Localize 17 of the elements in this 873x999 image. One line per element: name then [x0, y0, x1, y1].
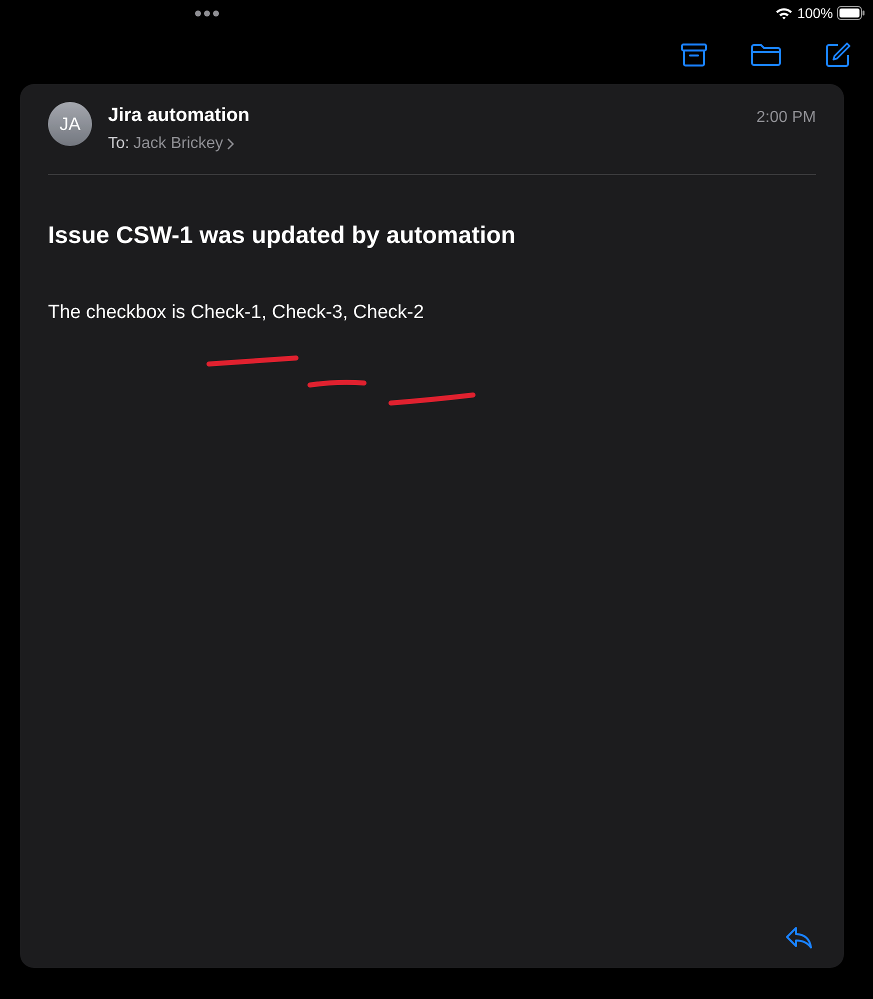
sender-name: Jira automation [108, 104, 250, 128]
folder-button[interactable] [751, 43, 781, 67]
to-label: To: [108, 134, 130, 154]
battery-percentage: 100% [797, 4, 833, 22]
compose-button[interactable] [825, 42, 851, 68]
avatar: JA [48, 102, 92, 146]
message-time: 2:00 PM [756, 108, 816, 128]
recipient-link[interactable]: Jack Brickey [133, 132, 224, 156]
underline-mark [308, 380, 366, 388]
wifi-icon [775, 6, 794, 20]
chevron-right-icon [227, 138, 234, 150]
battery-icon [837, 6, 865, 20]
multitask-icon[interactable] [194, 10, 220, 17]
message-body: The checkbox is Check-1, Check-3, Check-2 [48, 301, 425, 325]
archive-button[interactable] [681, 43, 707, 67]
reply-button[interactable] [785, 926, 813, 950]
message-subject: Issue CSW-1 was updated by automation [48, 221, 517, 251]
